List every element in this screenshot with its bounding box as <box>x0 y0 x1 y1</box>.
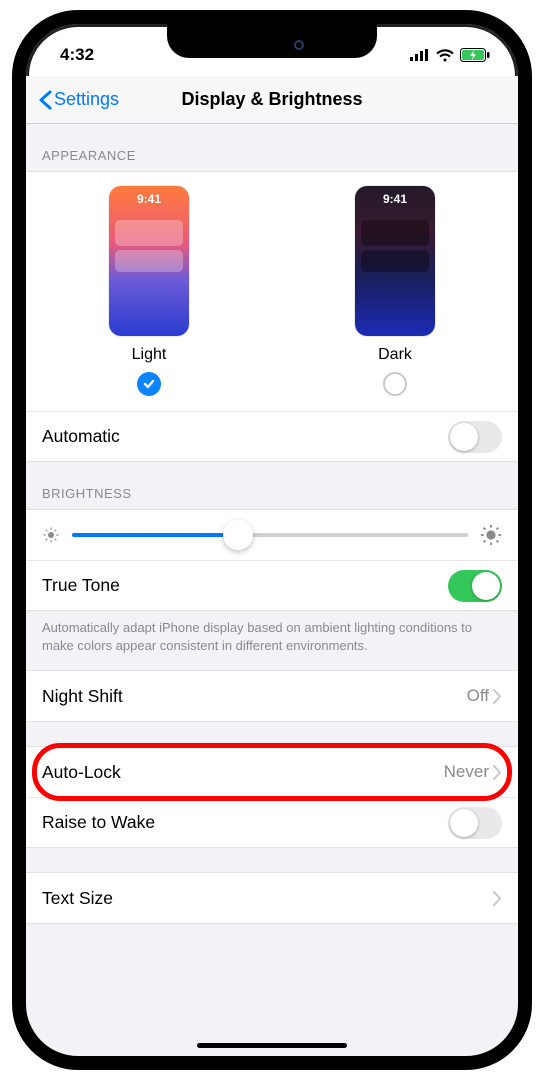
thumb-widget <box>361 250 429 272</box>
raise-to-wake-label: Raise to Wake <box>42 812 155 833</box>
lock-group: Auto-Lock Never Raise to Wake <box>26 746 518 848</box>
night-shift-row[interactable]: Night Shift Off <box>26 671 518 721</box>
true-tone-toggle[interactable] <box>448 570 502 602</box>
battery-charging-icon <box>460 48 490 62</box>
thumb-widget <box>361 220 429 246</box>
dark-thumbnail: 9:41 <box>355 186 435 336</box>
chevron-right-icon <box>493 891 502 906</box>
settings-scroll[interactable]: APPEARANCE 9:41 Light 9:41 <box>26 124 518 1056</box>
automatic-row[interactable]: Automatic <box>26 411 518 461</box>
auto-lock-label: Auto-Lock <box>42 762 121 783</box>
thumb-time: 9:41 <box>355 192 435 206</box>
slider-thumb[interactable] <box>223 520 253 550</box>
raise-to-wake-toggle[interactable] <box>448 807 502 839</box>
text-size-row[interactable]: Text Size <box>26 873 518 923</box>
night-shift-group: Night Shift Off <box>26 670 518 722</box>
true-tone-footer: Automatically adapt iPhone display based… <box>26 611 518 670</box>
automatic-label: Automatic <box>42 426 120 447</box>
wifi-icon <box>436 49 454 62</box>
dark-label: Dark <box>355 346 435 364</box>
power-button <box>531 284 532 384</box>
brightness-slider-row <box>26 510 518 560</box>
appearance-dark-option[interactable]: 9:41 Dark <box>355 186 435 401</box>
brightness-slider[interactable] <box>72 533 468 537</box>
checkmark-icon <box>142 377 156 391</box>
notch <box>167 24 377 58</box>
light-label: Light <box>109 346 189 364</box>
sun-max-icon <box>480 524 502 546</box>
night-shift-label: Night Shift <box>42 686 123 707</box>
brightness-header: BRIGHTNESS <box>26 462 518 509</box>
home-indicator[interactable] <box>197 1043 347 1048</box>
volume-down-button <box>12 354 13 424</box>
chevron-left-icon <box>38 90 52 110</box>
appearance-light-option[interactable]: 9:41 Light <box>109 186 189 401</box>
night-shift-value: Off <box>467 686 489 706</box>
auto-lock-value: Never <box>444 762 489 782</box>
back-button[interactable]: Settings <box>38 89 119 110</box>
sun-min-icon <box>42 526 60 544</box>
thumb-widget <box>115 250 183 272</box>
appearance-header: APPEARANCE <box>26 124 518 171</box>
chevron-right-icon <box>493 765 502 780</box>
silent-switch <box>12 214 13 256</box>
text-size-label: Text Size <box>42 888 113 909</box>
back-label: Settings <box>54 89 119 110</box>
raise-to-wake-row[interactable]: Raise to Wake <box>26 797 518 847</box>
true-tone-row[interactable]: True Tone <box>26 560 518 610</box>
front-camera-icon <box>294 40 304 50</box>
thumb-widget <box>115 220 183 246</box>
clock: 4:32 <box>60 45 94 65</box>
automatic-toggle[interactable] <box>448 421 502 453</box>
nav-bar: Settings Display & Brightness <box>26 76 518 124</box>
volume-up-button <box>12 270 13 340</box>
text-group: Text Size <box>26 872 518 924</box>
chevron-right-icon <box>493 689 502 704</box>
light-thumbnail: 9:41 <box>109 186 189 336</box>
true-tone-label: True Tone <box>42 575 120 596</box>
iphone-frame: 4:32 Settings Display & Brightness APPEA… <box>12 10 532 1070</box>
dark-radio[interactable] <box>383 372 407 396</box>
cellular-signal-icon <box>410 49 430 61</box>
auto-lock-row[interactable]: Auto-Lock Never <box>26 747 518 797</box>
brightness-group: True Tone <box>26 509 518 611</box>
thumb-time: 9:41 <box>109 192 189 206</box>
page-title: Display & Brightness <box>181 89 362 110</box>
appearance-group: 9:41 Light 9:41 Dark <box>26 171 518 462</box>
light-radio[interactable] <box>137 372 161 396</box>
